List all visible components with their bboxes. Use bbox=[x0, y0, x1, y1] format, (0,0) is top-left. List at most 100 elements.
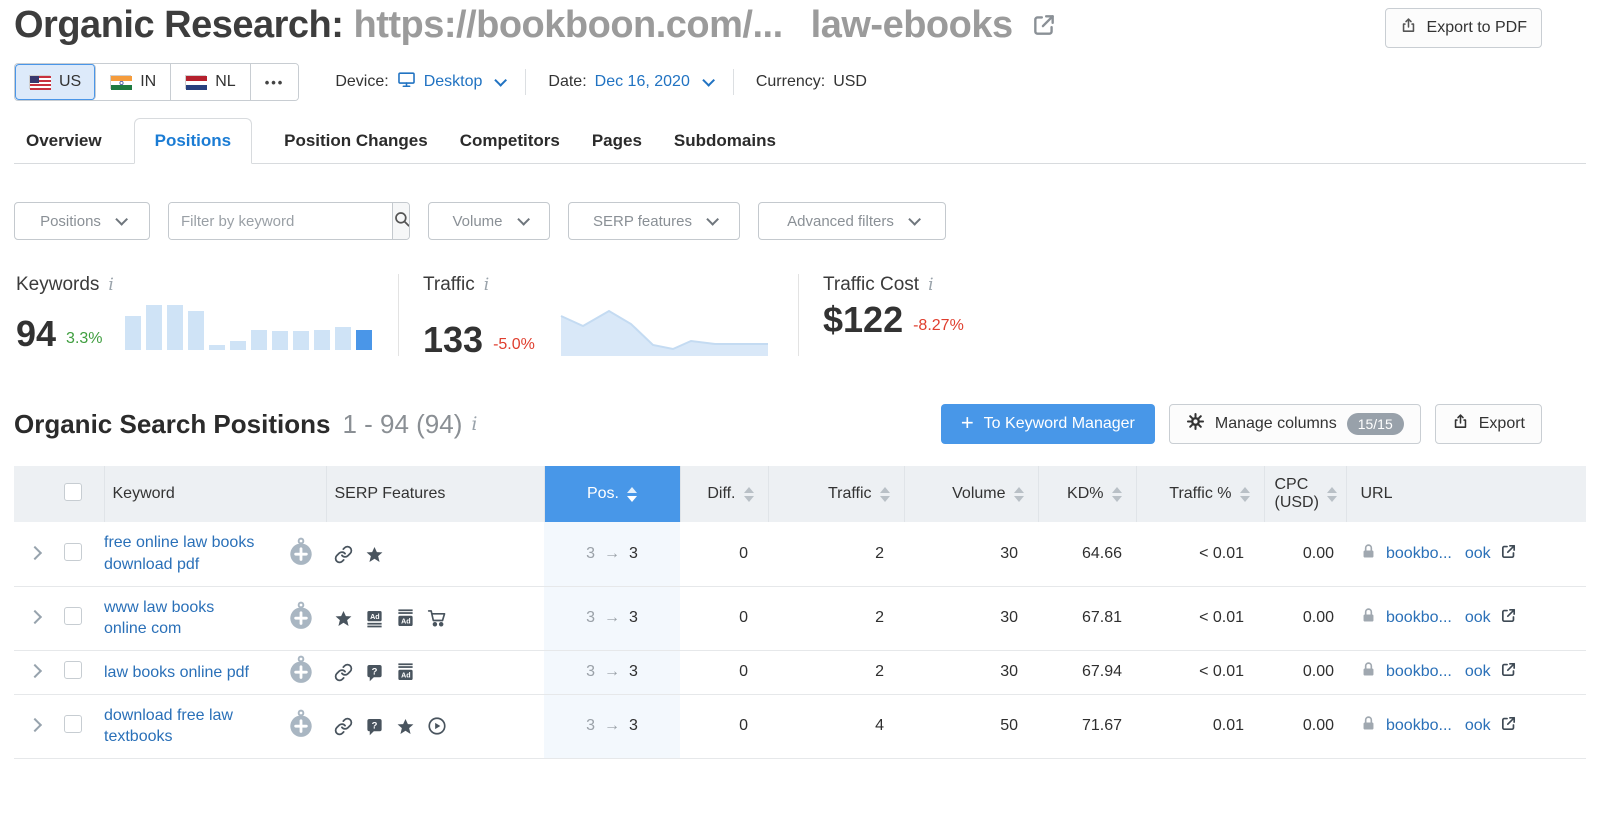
country-code: NL bbox=[215, 73, 236, 91]
us-flag-icon bbox=[29, 75, 51, 91]
url-link-end[interactable]: ook bbox=[1465, 545, 1491, 563]
manage-columns-label: Manage columns bbox=[1214, 415, 1337, 433]
export-to-pdf-button[interactable]: Export to PDF bbox=[1384, 8, 1542, 48]
url-link[interactable]: bookbo... bbox=[1386, 545, 1452, 563]
keyword-link[interactable]: free online law books download pdf bbox=[104, 532, 260, 575]
external-link-icon[interactable] bbox=[1500, 715, 1517, 737]
tab-competitors[interactable]: Competitors bbox=[460, 119, 560, 163]
external-link-icon[interactable] bbox=[1500, 661, 1517, 683]
serp-features-filter-dropdown[interactable]: SERP features bbox=[568, 202, 740, 241]
keyword-filter-input[interactable] bbox=[169, 203, 392, 240]
external-link-icon[interactable] bbox=[1031, 5, 1057, 48]
info-icon[interactable]: i bbox=[928, 275, 933, 295]
export-button[interactable]: Export bbox=[1434, 404, 1542, 445]
expand-row-chevron-icon[interactable] bbox=[27, 664, 43, 679]
country-tab-in[interactable]: IN bbox=[96, 64, 172, 101]
positions-filter-dropdown[interactable]: Positions bbox=[14, 202, 150, 241]
date-label: Date: bbox=[548, 73, 587, 91]
external-link-icon[interactable] bbox=[1500, 543, 1517, 565]
volume-cell: 50 bbox=[904, 694, 1038, 760]
tab-subdomains[interactable]: Subdomains bbox=[674, 119, 776, 163]
col-header-kd[interactable]: KD% bbox=[1037, 466, 1136, 523]
col-header-traffic[interactable]: Traffic bbox=[767, 466, 904, 523]
tab-positions[interactable]: Positions bbox=[133, 118, 253, 165]
external-link-icon[interactable] bbox=[1500, 607, 1517, 629]
add-to-keyword-manager-icon[interactable] bbox=[288, 537, 314, 572]
expand-row-chevron-icon[interactable] bbox=[27, 718, 43, 733]
add-to-keyword-manager-icon[interactable] bbox=[288, 709, 314, 744]
ads-top-icon: Ad bbox=[365, 609, 384, 628]
row-checkbox[interactable] bbox=[64, 542, 82, 561]
row-checkbox[interactable] bbox=[64, 714, 82, 733]
star-icon bbox=[365, 545, 384, 564]
video-icon bbox=[427, 716, 447, 736]
traffic-cell: 4 bbox=[768, 694, 904, 760]
tab-overview[interactable]: Overview bbox=[26, 119, 102, 163]
info-icon[interactable]: i bbox=[484, 275, 489, 295]
url-link[interactable]: bookbo... bbox=[1386, 663, 1452, 681]
country-selector: US IN NL ••• bbox=[14, 63, 300, 102]
traffic-cost-value: $122 bbox=[823, 299, 904, 341]
kd-cell: 64.66 bbox=[1038, 522, 1136, 587]
expander-cell bbox=[14, 586, 64, 651]
tab-pages[interactable]: Pages bbox=[592, 119, 642, 163]
col-header-diff[interactable]: Diff. bbox=[679, 466, 768, 523]
more-countries-button[interactable]: ••• bbox=[250, 64, 299, 101]
keywords-change: 3.3% bbox=[66, 330, 103, 348]
arrow-right-icon: → bbox=[604, 663, 620, 681]
col-header-cpc-line2: (USD) bbox=[1274, 494, 1319, 512]
date-selector[interactable]: Date: Dec 16, 2020 bbox=[548, 73, 715, 91]
add-to-keyword-manager-icon[interactable] bbox=[288, 601, 314, 636]
row-checkbox[interactable] bbox=[64, 660, 82, 679]
page-title-tail: law-ebooks bbox=[810, 4, 1013, 46]
info-icon[interactable]: i bbox=[471, 413, 477, 435]
col-header-cpc[interactable]: CPC (USD) bbox=[1263, 466, 1346, 523]
columns-count-badge: 15/15 bbox=[1346, 413, 1404, 436]
url-cell: bookbo... ook bbox=[1346, 522, 1586, 587]
col-header-pos[interactable]: Pos. bbox=[543, 466, 680, 523]
to-keyword-manager-button[interactable]: + To Keyword Manager bbox=[940, 404, 1155, 445]
chevron-down-icon bbox=[702, 73, 715, 87]
traffic-stat-label: Traffic bbox=[423, 274, 475, 296]
url-link-end[interactable]: ook bbox=[1465, 717, 1491, 735]
url-link-end[interactable]: ook bbox=[1465, 609, 1491, 627]
keyword-link[interactable]: download free law textbooks bbox=[104, 705, 260, 748]
checkbox-cell bbox=[64, 694, 104, 760]
currency-label: Currency: bbox=[755, 73, 826, 91]
volume-filter-dropdown[interactable]: Volume bbox=[428, 202, 550, 241]
organic-research-page: Organic Research: https://bookboon.com/.… bbox=[0, 0, 1600, 760]
expand-row-chevron-icon[interactable] bbox=[27, 545, 43, 561]
lock-icon bbox=[1360, 607, 1377, 629]
expand-row-chevron-icon[interactable] bbox=[27, 610, 43, 625]
sort-icon bbox=[1013, 486, 1024, 502]
traffic-pct-cell: < 0.01 bbox=[1136, 522, 1264, 587]
col-header-kd-label: KD% bbox=[1067, 485, 1104, 503]
position-cell: 3 → 3 bbox=[544, 586, 680, 651]
col-header-traffic-pct[interactable]: Traffic % bbox=[1135, 466, 1264, 523]
add-to-keyword-manager-icon[interactable] bbox=[288, 655, 314, 690]
traffic-cost-change: -8.27% bbox=[913, 316, 964, 334]
device-selector[interactable]: Device: Desktop bbox=[335, 70, 508, 94]
in-flag-icon bbox=[110, 75, 133, 91]
tab-position-changes[interactable]: Position Changes bbox=[284, 119, 428, 163]
search-button[interactable] bbox=[392, 203, 409, 240]
table-row: download free law textbooks? 3 → 3 0 4 50 71.67… bbox=[14, 694, 1586, 760]
advanced-filters-dropdown[interactable]: Advanced filters bbox=[758, 202, 946, 241]
row-checkbox[interactable] bbox=[64, 606, 82, 625]
url-link[interactable]: bookbo... bbox=[1386, 609, 1452, 627]
info-icon[interactable]: i bbox=[108, 275, 113, 295]
col-header-volume[interactable]: Volume bbox=[903, 466, 1038, 523]
desktop-icon bbox=[397, 70, 416, 94]
country-tab-us[interactable]: US bbox=[15, 64, 97, 101]
country-tab-nl[interactable]: NL bbox=[171, 64, 251, 101]
serp-features-filter-label: SERP features bbox=[593, 212, 692, 230]
kd-cell: 71.67 bbox=[1038, 694, 1136, 760]
url-link-end[interactable]: ook bbox=[1465, 663, 1491, 681]
search-icon bbox=[393, 210, 409, 233]
upload-icon bbox=[1452, 413, 1469, 435]
url-link[interactable]: bookbo... bbox=[1386, 717, 1452, 735]
keyword-link[interactable]: law books online pdf bbox=[104, 662, 260, 684]
select-all-checkbox[interactable] bbox=[64, 482, 82, 501]
keyword-link[interactable]: www law books online com bbox=[104, 597, 260, 640]
manage-columns-button[interactable]: Manage columns 15/15 bbox=[1168, 404, 1421, 445]
